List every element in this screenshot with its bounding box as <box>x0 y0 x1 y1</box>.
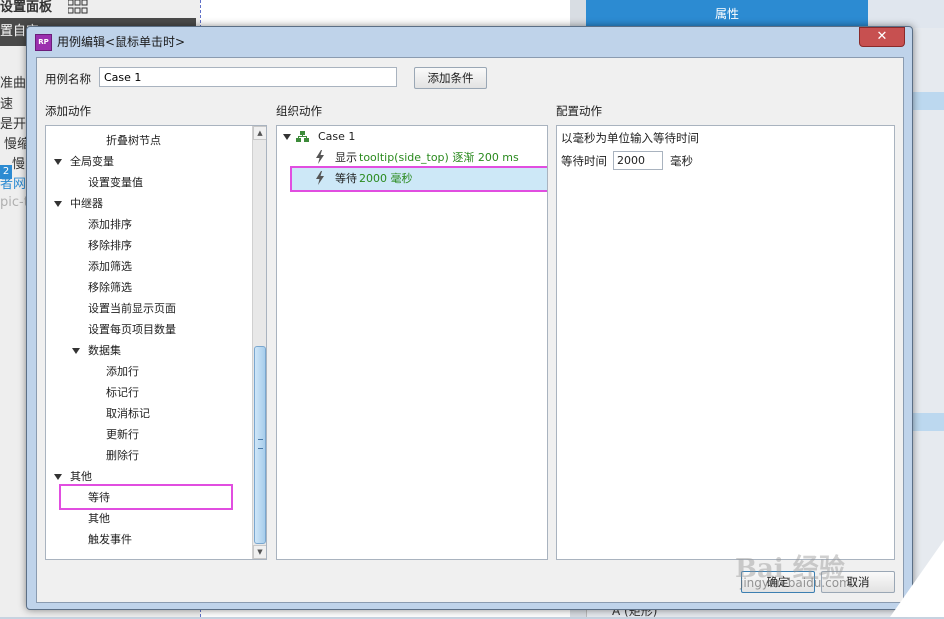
wait-unit-label: 毫秒 <box>670 154 693 168</box>
organize-actions-header: 组织动作 <box>276 104 322 118</box>
tree-item[interactable]: 移除筛选 <box>46 277 251 298</box>
tree-group[interactable]: 中继器 <box>46 193 251 214</box>
tree-item-label: 触发事件 <box>88 533 132 546</box>
dialog-content: 用例名称 添加条件 添加动作 组织动作 配置动作 折叠树节点全局变量设置变量值中… <box>36 57 904 603</box>
close-icon: ✕ <box>876 29 888 44</box>
tree-item[interactable]: 触发事件 <box>46 529 251 550</box>
scroll-down-arrow-icon[interactable]: ▼ <box>253 545 266 559</box>
tree-item-label: 设置每页项目数量 <box>88 323 176 336</box>
bg-tab <box>868 0 944 28</box>
case-label: Case 1 <box>318 130 356 143</box>
case-icon <box>296 131 309 142</box>
tree-item-label: 添加筛选 <box>88 260 132 273</box>
tree-item[interactable]: 添加筛选 <box>46 256 251 277</box>
tree-item[interactable]: 添加排序 <box>46 214 251 235</box>
tree-item-label: 添加行 <box>106 365 139 378</box>
tree-item[interactable]: 标记行 <box>46 382 251 403</box>
close-button[interactable]: ✕ <box>859 27 905 47</box>
tree-item[interactable]: 折叠树节点 <box>46 130 251 151</box>
organize-actions-panel[interactable]: Case 1 显示 tooltip(side_top) 逐渐 200 ms 等待… <box>276 125 548 560</box>
tree-item-label: 其他 <box>88 512 110 525</box>
tree-item[interactable]: 删除行 <box>46 445 251 466</box>
tree-item-label: 全局变量 <box>70 155 114 168</box>
tree-item[interactable]: 取消标记 <box>46 403 251 424</box>
wait-description: 以毫秒为单位输入等待时间 <box>561 131 699 145</box>
tree-group[interactable]: 全局变量 <box>46 151 251 172</box>
tree-item[interactable]: 添加行 <box>46 361 251 382</box>
tree-item-label: 删除行 <box>106 449 139 462</box>
tree-item-label: 取消标记 <box>106 407 150 420</box>
axure-rp-icon: RP <box>35 34 52 51</box>
tree-item-label: 移除排序 <box>88 239 132 252</box>
configure-action-panel: 以毫秒为单位输入等待时间 等待时间 2000 毫秒 <box>556 125 895 560</box>
tree-item[interactable]: 设置当前显示页面 <box>46 298 251 319</box>
tree-group[interactable]: 数据集 <box>46 340 251 361</box>
properties-tab[interactable]: 属性 <box>586 0 868 28</box>
tree-item-label: 标记行 <box>106 386 139 399</box>
tree-item[interactable]: 设置每页项目数量 <box>46 319 251 340</box>
bg-fragment: pic-t <box>0 195 29 210</box>
expand-arrow-icon[interactable] <box>54 159 62 165</box>
expand-arrow-icon[interactable] <box>283 134 291 140</box>
expand-arrow-icon[interactable] <box>72 348 80 354</box>
dialog-titlebar[interactable]: RP 用例编辑<鼠标单击时> ✕ <box>27 27 912 55</box>
action-detail: tooltip(side_top) 逐渐 200 ms <box>359 151 519 164</box>
tree-item-label: 数据集 <box>88 344 121 357</box>
grip-icon <box>258 439 263 449</box>
lightning-icon <box>316 150 324 164</box>
tree-item-label: 添加排序 <box>88 218 132 231</box>
expand-arrow-icon[interactable] <box>54 474 62 480</box>
tree-scrollbar[interactable]: ▲ ▼ <box>252 126 266 559</box>
add-actions-header: 添加动作 <box>45 104 91 118</box>
action-detail: 2000 毫秒 <box>359 172 413 185</box>
configure-action-header: 配置动作 <box>556 104 602 118</box>
add-actions-tree[interactable]: 折叠树节点全局变量设置变量值中继器添加排序移除排序添加筛选移除筛选设置当前显示页… <box>45 125 267 560</box>
tree-item[interactable]: 移除排序 <box>46 235 251 256</box>
wait-action-highlight-box <box>290 166 547 192</box>
case-editor-dialog: RP 用例编辑<鼠标单击时> ✕ 用例名称 添加条件 添加动作 组织动作 配置动… <box>26 26 913 610</box>
dialog-title: 用例编辑<鼠标单击时> <box>57 35 186 49</box>
tree-item-label: 设置变量值 <box>88 176 143 189</box>
wait-time-label: 等待时间 <box>561 154 607 168</box>
tree-item[interactable]: 其他 <box>46 508 251 529</box>
add-condition-button[interactable]: 添加条件 <box>414 67 487 89</box>
tree-item-label: 移除筛选 <box>88 281 132 294</box>
scroll-thumb[interactable] <box>254 346 266 544</box>
watermark-url: jingyan.baidu.com <box>740 576 851 590</box>
bg-fragment: 慢 <box>12 157 26 172</box>
case-name-label: 用例名称 <box>45 72 91 86</box>
tree-item-label: 设置当前显示页面 <box>88 302 176 315</box>
tree-item-label: 中继器 <box>70 197 103 210</box>
bg-fragment: 准曲 <box>0 76 27 91</box>
grid-icon <box>68 0 88 14</box>
tree-item[interactable]: 更新行 <box>46 424 251 445</box>
bg-fragment: 速 <box>0 97 14 112</box>
tree-item-label: 折叠树节点 <box>106 134 161 147</box>
expand-arrow-icon[interactable] <box>54 201 62 207</box>
bg-fragment: 设置面板 <box>0 0 53 15</box>
action-verb: 等待 <box>335 172 357 185</box>
case-name-input[interactable] <box>99 67 397 87</box>
lightning-icon <box>316 171 324 185</box>
tree-item[interactable]: 设置变量值 <box>46 172 251 193</box>
tree-item-label: 更新行 <box>106 428 139 441</box>
wait-time-input[interactable]: 2000 <box>613 151 663 170</box>
action-verb: 显示 <box>335 151 357 164</box>
scroll-up-arrow-icon[interactable]: ▲ <box>253 126 266 140</box>
wait-highlight-box <box>59 484 233 510</box>
